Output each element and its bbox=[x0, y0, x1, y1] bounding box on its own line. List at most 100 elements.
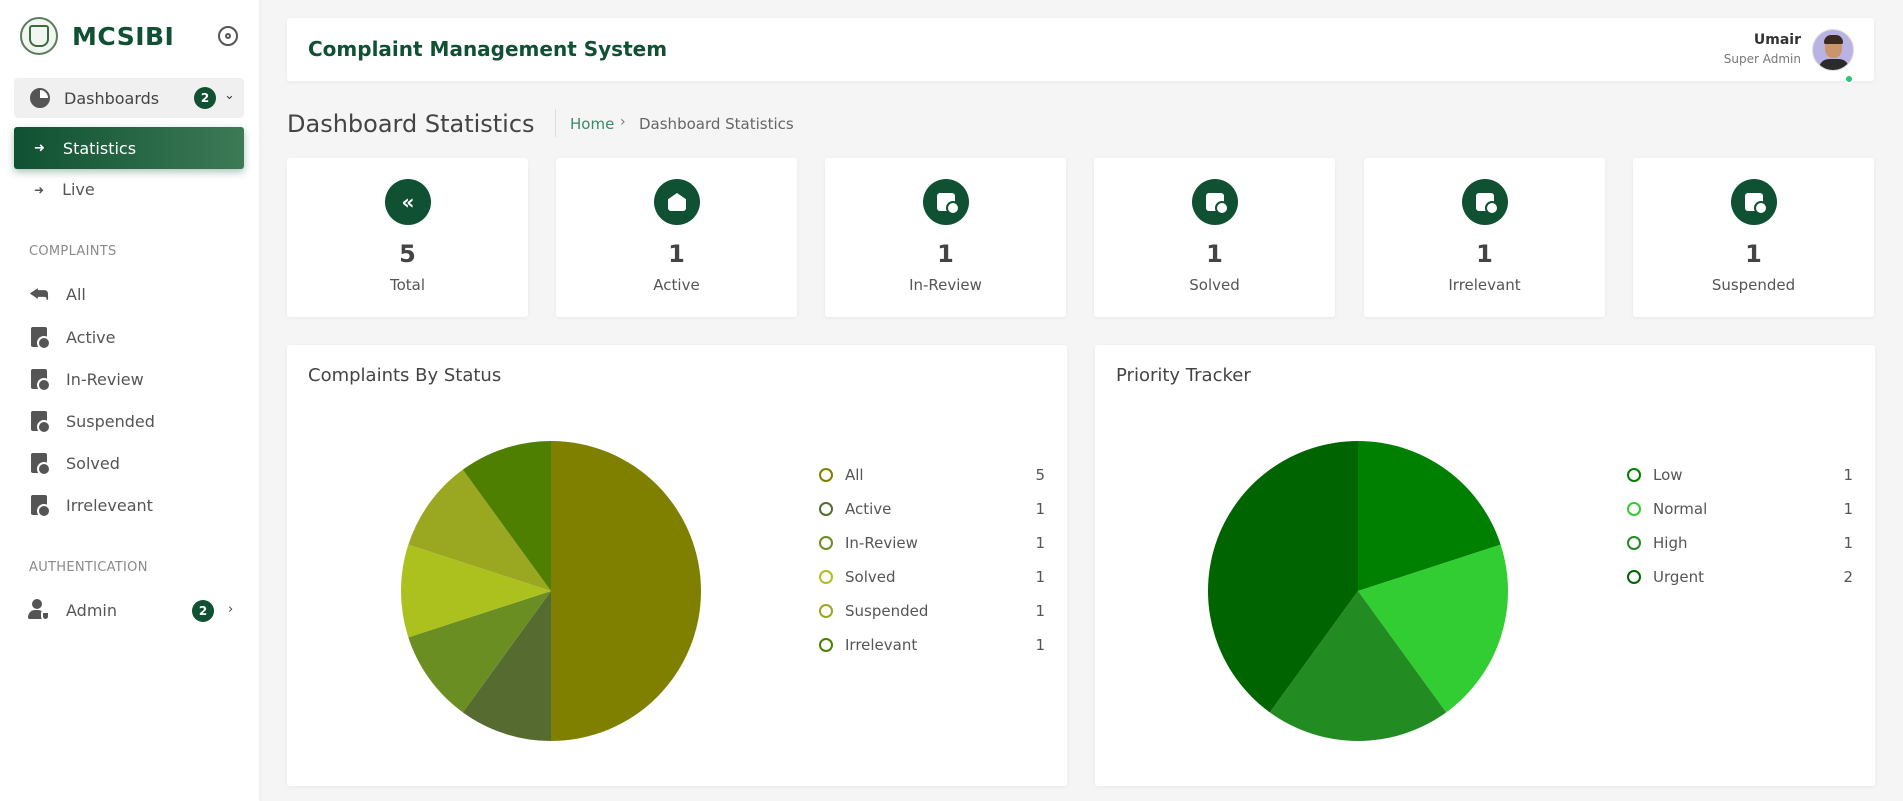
document-check-icon bbox=[28, 452, 51, 476]
legend-value: 1 bbox=[1035, 602, 1045, 620]
legend-label: Active bbox=[845, 500, 892, 518]
sidebar-item-statistics[interactable]: ➜ Statistics bbox=[14, 127, 244, 169]
legend-item[interactable]: High 1 bbox=[1627, 533, 1853, 553]
document-shield-icon bbox=[28, 326, 51, 350]
stat-card-total[interactable]: « 5 Total bbox=[287, 158, 528, 317]
legend-label: Normal bbox=[1653, 500, 1708, 518]
legend-item[interactable]: In-Review 1 bbox=[819, 533, 1045, 553]
document-edit-icon bbox=[923, 179, 969, 225]
avatar[interactable] bbox=[1812, 29, 1854, 71]
breadcrumb-divider bbox=[555, 109, 556, 137]
stat-value: 1 bbox=[1745, 240, 1762, 268]
pie-slice-all[interactable] bbox=[551, 441, 701, 741]
stat-card-solved[interactable]: 1 Solved bbox=[1094, 158, 1335, 317]
reply-all-icon: « bbox=[385, 179, 431, 225]
stat-value: 1 bbox=[1206, 240, 1223, 268]
stat-label: Suspended bbox=[1711, 276, 1796, 294]
stat-card-suspended[interactable]: 1 Suspended bbox=[1633, 158, 1874, 317]
sidebar-item-live[interactable]: ➜ Live bbox=[34, 180, 95, 199]
sidebar-toggle-icon[interactable] bbox=[218, 26, 238, 46]
sidebar-item-label: Admin bbox=[66, 600, 117, 620]
sidebar-item-in-review[interactable]: In-Review bbox=[28, 368, 144, 392]
stat-label: Irrelevant bbox=[1448, 276, 1521, 294]
status-pie-chart bbox=[400, 441, 701, 741]
stat-label: Active bbox=[653, 276, 700, 294]
legend-label: Suspended bbox=[845, 602, 929, 620]
dashboards-count-badge: 2 bbox=[194, 87, 216, 109]
legend-value: 1 bbox=[1035, 500, 1045, 518]
top-header: Complaint Management System Umair Super … bbox=[287, 18, 1874, 84]
envelope-open-icon bbox=[654, 179, 700, 225]
legend-marker bbox=[1627, 502, 1641, 516]
legend-label: Urgent bbox=[1653, 568, 1705, 586]
legend-value: 1 bbox=[1035, 568, 1045, 586]
sidebar-item-active[interactable]: Active bbox=[28, 326, 116, 350]
sidebar: MCSIBI Dashboards 2 ⌄ ➜ Statistics ➜ Liv… bbox=[0, 0, 259, 801]
legend-value: 1 bbox=[1035, 534, 1045, 552]
legend-label: High bbox=[1653, 534, 1688, 552]
legend-label: Low bbox=[1653, 466, 1683, 484]
chart-title: Complaints By Status bbox=[308, 365, 502, 386]
sidebar-item-irrelevant[interactable]: Irreleveant bbox=[28, 494, 153, 518]
legend-value: 2 bbox=[1843, 568, 1853, 586]
chart-card-priority-tracker: Priority Tracker Low 1 Normal 1 High 1 Urgent 2 bbox=[1095, 345, 1875, 786]
brand-name: MCSIBI bbox=[72, 21, 175, 51]
sidebar-item-label: Live bbox=[62, 180, 95, 199]
sidebar-item-label: Solved bbox=[66, 453, 120, 473]
breadcrumb-home-link[interactable]: Home bbox=[570, 115, 614, 133]
stat-card-active[interactable]: 1 Active bbox=[556, 158, 797, 317]
document-minus-icon bbox=[1731, 179, 1777, 225]
brand[interactable]: MCSIBI bbox=[20, 16, 174, 56]
sidebar-item-solved[interactable]: Solved bbox=[28, 452, 120, 476]
chart-card-complaints-by-status: Complaints By Status All 5 Active 1 In-Revie… bbox=[287, 345, 1067, 786]
legend-marker bbox=[819, 536, 833, 550]
legend-value: 1 bbox=[1843, 466, 1853, 484]
legend-marker bbox=[1627, 570, 1641, 584]
legend-marker bbox=[1627, 536, 1641, 550]
stat-label: Solved bbox=[1189, 276, 1240, 294]
chevron-down-icon: ⌄ bbox=[224, 88, 235, 103]
document-check-icon bbox=[1192, 179, 1238, 225]
legend-marker bbox=[819, 570, 833, 584]
sidebar-item-dashboards[interactable]: Dashboards 2 ⌄ bbox=[14, 78, 244, 118]
arrow-right-icon: ➜ bbox=[34, 182, 45, 197]
section-title-complaints: COMPLAINTS bbox=[29, 244, 117, 259]
legend-item[interactable]: Low 1 bbox=[1627, 465, 1853, 485]
document-alert-icon bbox=[28, 494, 51, 518]
arrow-right-icon: ➜ bbox=[34, 140, 45, 156]
legend-item[interactable]: Irrelevant 1 bbox=[819, 635, 1045, 655]
legend-item[interactable]: Normal 1 bbox=[1627, 499, 1853, 519]
app-title: Complaint Management System bbox=[308, 37, 668, 61]
legend-marker bbox=[819, 604, 833, 618]
sidebar-item-label: Irreleveant bbox=[66, 495, 153, 515]
chart-title: Priority Tracker bbox=[1116, 365, 1251, 386]
legend-item[interactable]: Urgent 2 bbox=[1627, 567, 1853, 587]
sidebar-item-suspended[interactable]: Suspended bbox=[28, 410, 155, 434]
legend-item[interactable]: Solved 1 bbox=[819, 567, 1045, 587]
sidebar-item-label: Statistics bbox=[62, 138, 137, 158]
online-status-icon bbox=[1844, 74, 1854, 84]
stat-label: In-Review bbox=[909, 276, 982, 294]
document-minus-icon bbox=[28, 410, 51, 434]
legend-item[interactable]: Suspended 1 bbox=[819, 601, 1045, 621]
legend-value: 5 bbox=[1035, 466, 1045, 484]
page-title: Dashboard Statistics bbox=[287, 110, 535, 138]
sidebar-item-all[interactable]: ⮪ All bbox=[28, 282, 86, 306]
legend-marker bbox=[819, 468, 833, 482]
stat-card-irrelevant[interactable]: 1 Irrelevant bbox=[1364, 158, 1605, 317]
user-name[interactable]: Umair bbox=[1754, 32, 1801, 48]
sidebar-item-label: All bbox=[66, 284, 86, 304]
legend-value: 1 bbox=[1843, 534, 1853, 552]
section-title-authentication: AUTHENTICATION bbox=[29, 560, 148, 575]
reply-all-icon: ⮪ bbox=[29, 282, 49, 306]
brand-logo-icon bbox=[20, 17, 58, 55]
stat-card-in-review[interactable]: 1 In-Review bbox=[825, 158, 1066, 317]
sidebar-item-admin[interactable]: Admin bbox=[28, 599, 117, 621]
stat-value: 1 bbox=[937, 240, 954, 268]
stat-value: 1 bbox=[1476, 240, 1493, 268]
stat-label: Total bbox=[389, 276, 426, 294]
legend-item[interactable]: All 5 bbox=[819, 465, 1045, 485]
legend-item[interactable]: Active 1 bbox=[819, 499, 1045, 519]
legend-value: 1 bbox=[1843, 500, 1853, 518]
legend-marker bbox=[819, 638, 833, 652]
